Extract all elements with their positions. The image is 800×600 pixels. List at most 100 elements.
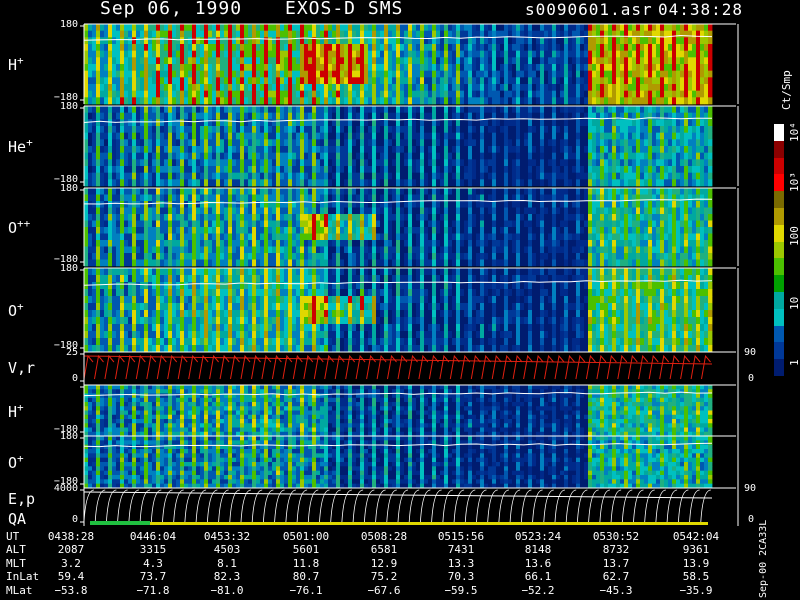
heatmap-cell bbox=[304, 188, 309, 195]
heatmap-cell bbox=[460, 119, 465, 127]
heatmap-cell bbox=[508, 57, 513, 65]
heatmap-cell bbox=[464, 50, 469, 58]
heatmap-cell bbox=[312, 214, 317, 221]
heatmap-cell bbox=[204, 50, 209, 58]
heatmap-cell bbox=[400, 37, 405, 45]
heatmap-cell bbox=[444, 166, 449, 174]
heatmap-cell bbox=[264, 126, 269, 134]
heatmap-cell bbox=[256, 194, 261, 202]
heatmap-cell bbox=[368, 166, 373, 174]
heatmap-cell bbox=[472, 166, 477, 174]
heatmap-cell bbox=[168, 44, 173, 52]
heatmap-cell bbox=[140, 220, 145, 228]
heatmap-cell bbox=[496, 139, 501, 147]
heatmap-cell bbox=[664, 106, 669, 114]
heatmap-cell bbox=[424, 90, 429, 98]
heatmap-cell bbox=[364, 227, 369, 234]
heatmap-cell bbox=[528, 30, 533, 38]
heatmap-cell bbox=[400, 220, 405, 228]
heatmap-cell bbox=[696, 126, 701, 134]
heatmap-cell bbox=[464, 77, 469, 85]
heatmap-cell bbox=[360, 214, 365, 221]
heatmap-cell bbox=[376, 37, 381, 45]
heatmap-cell bbox=[208, 37, 213, 45]
heatmap-cell bbox=[452, 97, 457, 105]
heatmap-cell bbox=[264, 246, 269, 254]
heatmap-cell bbox=[436, 201, 441, 208]
heatmap-cell bbox=[308, 24, 313, 32]
heatmap-cell bbox=[616, 146, 621, 154]
heatmap-cell bbox=[624, 139, 629, 147]
heatmap-cell bbox=[676, 97, 681, 105]
heatmap-cell bbox=[144, 64, 149, 72]
heatmap-cell bbox=[276, 240, 281, 247]
heatmap-cell bbox=[496, 44, 501, 52]
heatmap-cell bbox=[436, 132, 441, 140]
heatmap-cell bbox=[316, 126, 321, 134]
heatmap-cell bbox=[308, 259, 313, 267]
heatmap-cell bbox=[508, 139, 513, 147]
heatmap-cell bbox=[228, 97, 233, 105]
heatmap-cell bbox=[100, 44, 105, 52]
heatmap-cell bbox=[204, 159, 209, 167]
heatmap-cell bbox=[472, 253, 477, 260]
heatmap-cell bbox=[316, 179, 321, 187]
heatmap-cell bbox=[416, 97, 421, 105]
heatmap-cell bbox=[332, 152, 337, 160]
heatmap-cell bbox=[356, 44, 361, 52]
heatmap-cell bbox=[548, 30, 553, 38]
heatmap-cell bbox=[340, 112, 345, 120]
heatmap-cell bbox=[420, 146, 425, 154]
heatmap-cell bbox=[572, 44, 577, 52]
heatmap-cell bbox=[312, 233, 317, 241]
heatmap-cell bbox=[116, 240, 121, 247]
heatmap-cell bbox=[608, 172, 613, 180]
heatmap-cell bbox=[692, 126, 697, 134]
heatmap-cell bbox=[292, 179, 297, 187]
heatmap-cell bbox=[288, 220, 293, 228]
heatmap-cell bbox=[548, 70, 553, 78]
heatmap-cell bbox=[524, 152, 529, 160]
heatmap-cell bbox=[576, 179, 581, 187]
heatmap-cell bbox=[396, 188, 401, 195]
heatmap-cell bbox=[684, 50, 689, 58]
heatmap-cell bbox=[580, 152, 585, 160]
heatmap-cell bbox=[228, 146, 233, 154]
heatmap-cell bbox=[288, 207, 293, 215]
heatmap-cell bbox=[676, 50, 681, 58]
heatmap-cell bbox=[472, 207, 477, 215]
heatmap-cell bbox=[704, 90, 709, 98]
heatmap-cell bbox=[656, 50, 661, 58]
heatmap-cell bbox=[536, 57, 541, 65]
heatmap-cell bbox=[204, 172, 209, 180]
heatmap-cell bbox=[396, 90, 401, 98]
heatmap-cell bbox=[268, 159, 273, 167]
heatmap-cell bbox=[480, 132, 485, 140]
heatmap-cell bbox=[508, 132, 513, 140]
heatmap-cell bbox=[328, 132, 333, 140]
heatmap-cell bbox=[320, 227, 325, 234]
heatmap-cell bbox=[284, 259, 289, 267]
heatmap-cell bbox=[676, 24, 681, 32]
heatmap-cell bbox=[132, 112, 137, 120]
heatmap-cell bbox=[124, 146, 129, 154]
heatmap-cell bbox=[156, 201, 161, 208]
heatmap-cell bbox=[212, 50, 217, 58]
heatmap-cell bbox=[652, 70, 657, 78]
heatmap-cell bbox=[244, 97, 249, 105]
heatmap-cell bbox=[400, 166, 405, 174]
heatmap-cell bbox=[260, 57, 265, 65]
heatmap-cell bbox=[584, 77, 589, 85]
heatmap-cell bbox=[176, 84, 181, 92]
heatmap-cell bbox=[520, 159, 525, 167]
heatmap-cell bbox=[448, 166, 453, 174]
heatmap-cell bbox=[440, 227, 445, 234]
heatmap-cell bbox=[696, 106, 701, 114]
heatmap-cell bbox=[384, 139, 389, 147]
heatmap-cell bbox=[496, 57, 501, 65]
heatmap-cell bbox=[192, 253, 197, 260]
heatmap-cell bbox=[328, 194, 333, 202]
heatmap-cell bbox=[680, 24, 685, 32]
heatmap-cell bbox=[212, 139, 217, 147]
heatmap-cell bbox=[464, 233, 469, 241]
